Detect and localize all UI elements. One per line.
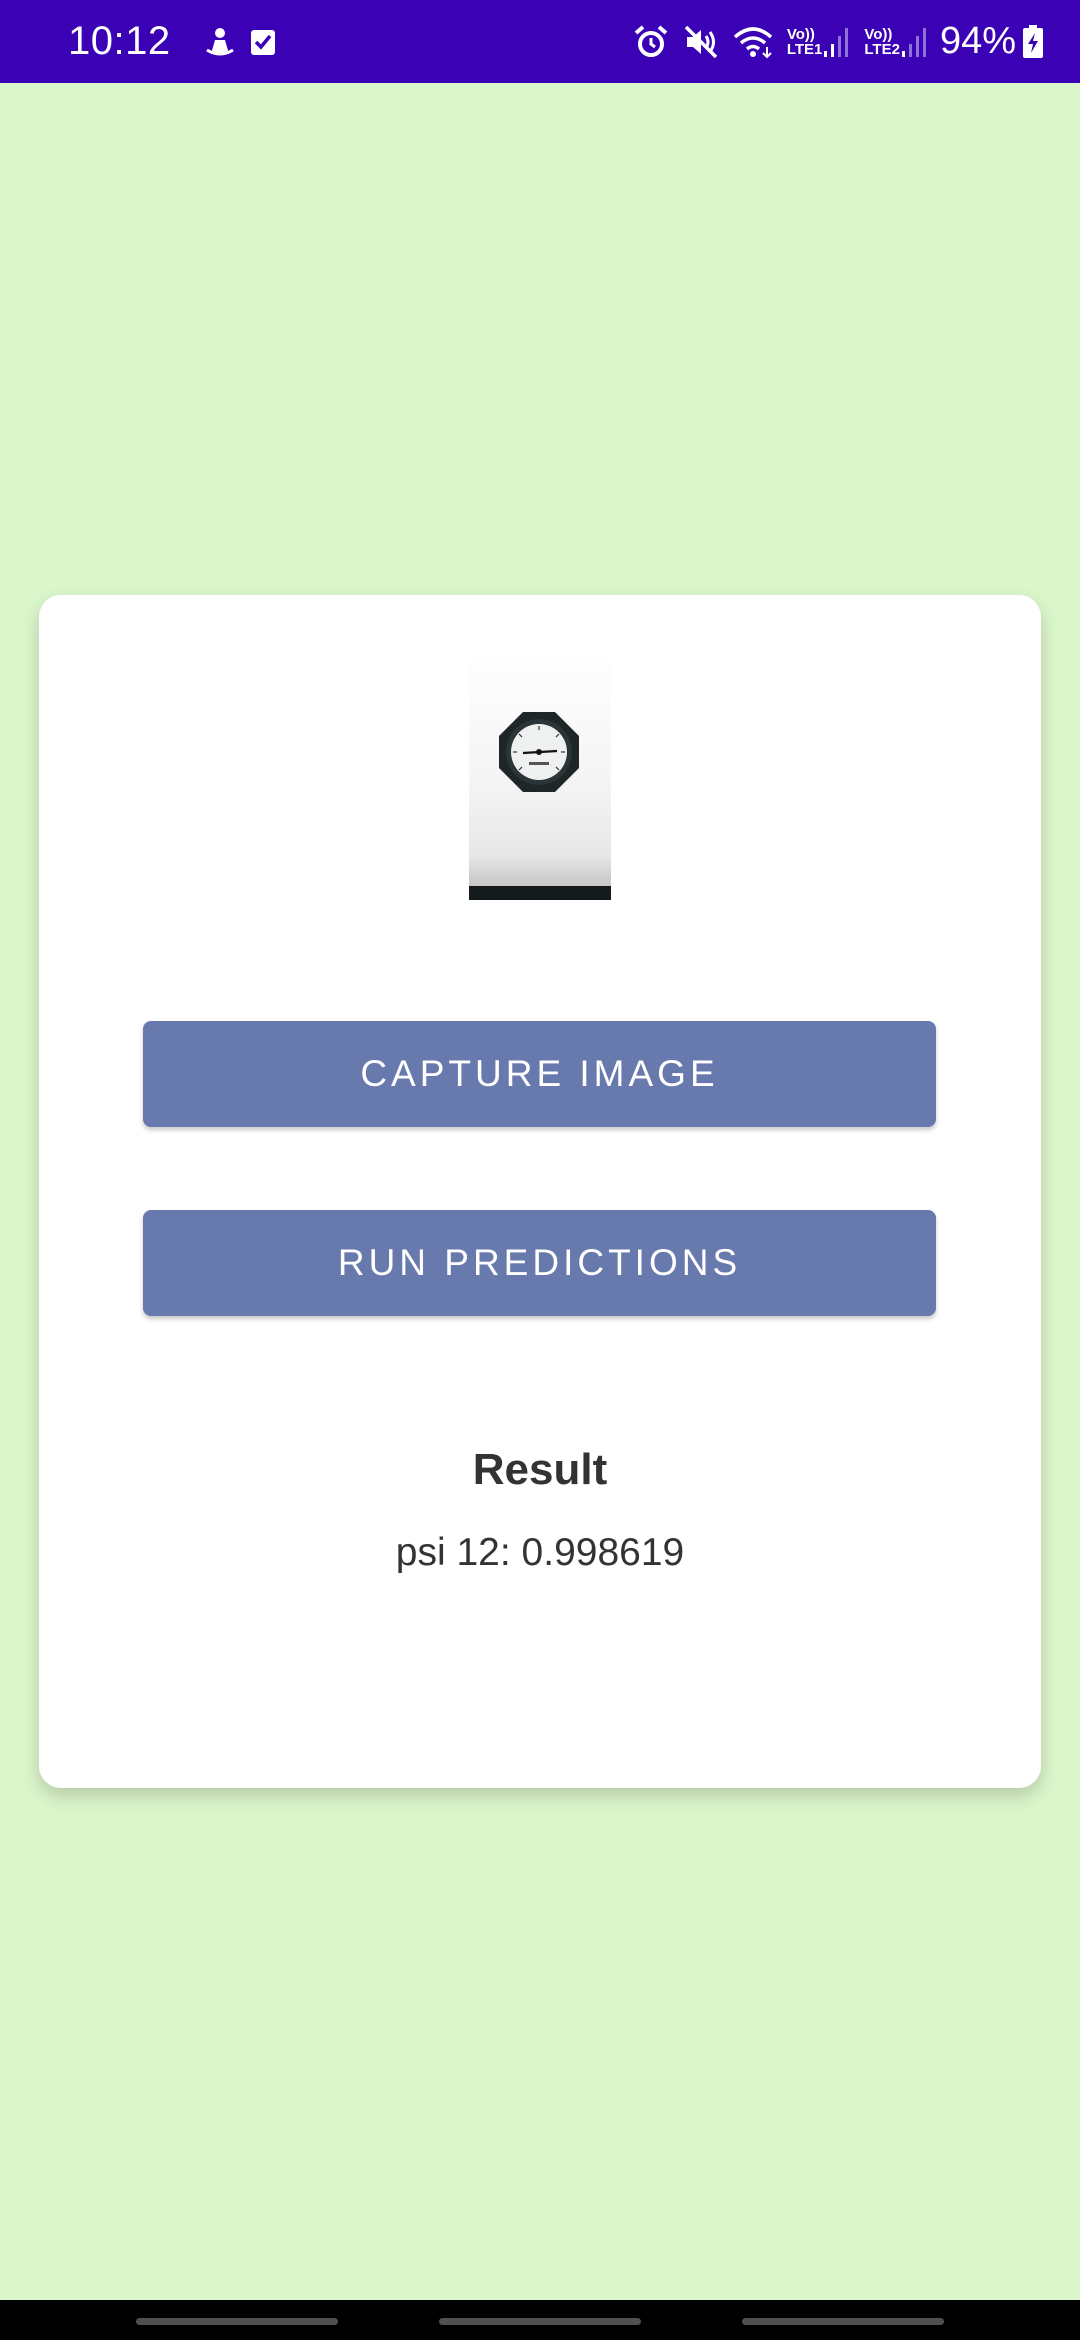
nav-back-handle[interactable] bbox=[742, 2318, 944, 2325]
nav-home-handle[interactable] bbox=[439, 2318, 641, 2325]
status-bar: 10:12 Vo)) LTE1 Vo)) LTE2 94% bbox=[0, 0, 1080, 83]
lte1-label: LTE1 bbox=[786, 40, 823, 58]
task-checkbox-icon bbox=[249, 27, 277, 57]
lte2-label: LTE2 bbox=[864, 40, 900, 58]
lte1-signal: Vo)) LTE1 bbox=[787, 25, 851, 59]
result-value: psi 12: 0.998619 bbox=[395, 1531, 685, 1574]
app-screen: 10:12 Vo)) LTE1 Vo)) LTE2 94% CAPTURE IM… bbox=[0, 0, 1080, 2340]
lte2-signal: Vo)) LTE2 bbox=[864, 25, 928, 59]
status-time: 10:12 bbox=[68, 19, 171, 63]
capture-image-button[interactable]: CAPTURE IMAGE bbox=[143, 1021, 936, 1127]
mute-icon bbox=[683, 24, 719, 60]
signal-icon bbox=[824, 27, 849, 57]
wifi-icon bbox=[733, 25, 773, 59]
status-left: 10:12 bbox=[68, 19, 277, 64]
nav-recents-handle[interactable] bbox=[136, 2318, 338, 2325]
alarm-icon bbox=[633, 24, 669, 60]
run-predictions-button[interactable]: RUN PREDICTIONS bbox=[143, 1210, 936, 1316]
navigation-bar bbox=[0, 2300, 1080, 2340]
main-card: CAPTURE IMAGE RUN PREDICTIONS Result psi… bbox=[39, 595, 1041, 1788]
signal-icon bbox=[901, 27, 926, 57]
result-title: Result bbox=[472, 1445, 608, 1494]
captured-image-preview bbox=[469, 648, 611, 900]
status-right: Vo)) LTE1 Vo)) LTE2 94% bbox=[619, 20, 1044, 63]
pressure-gauge-icon bbox=[499, 712, 579, 792]
battery-charging-icon bbox=[1022, 24, 1044, 59]
battery-percent: 94% bbox=[939, 20, 1016, 62]
upload-notification-icon bbox=[205, 26, 235, 58]
